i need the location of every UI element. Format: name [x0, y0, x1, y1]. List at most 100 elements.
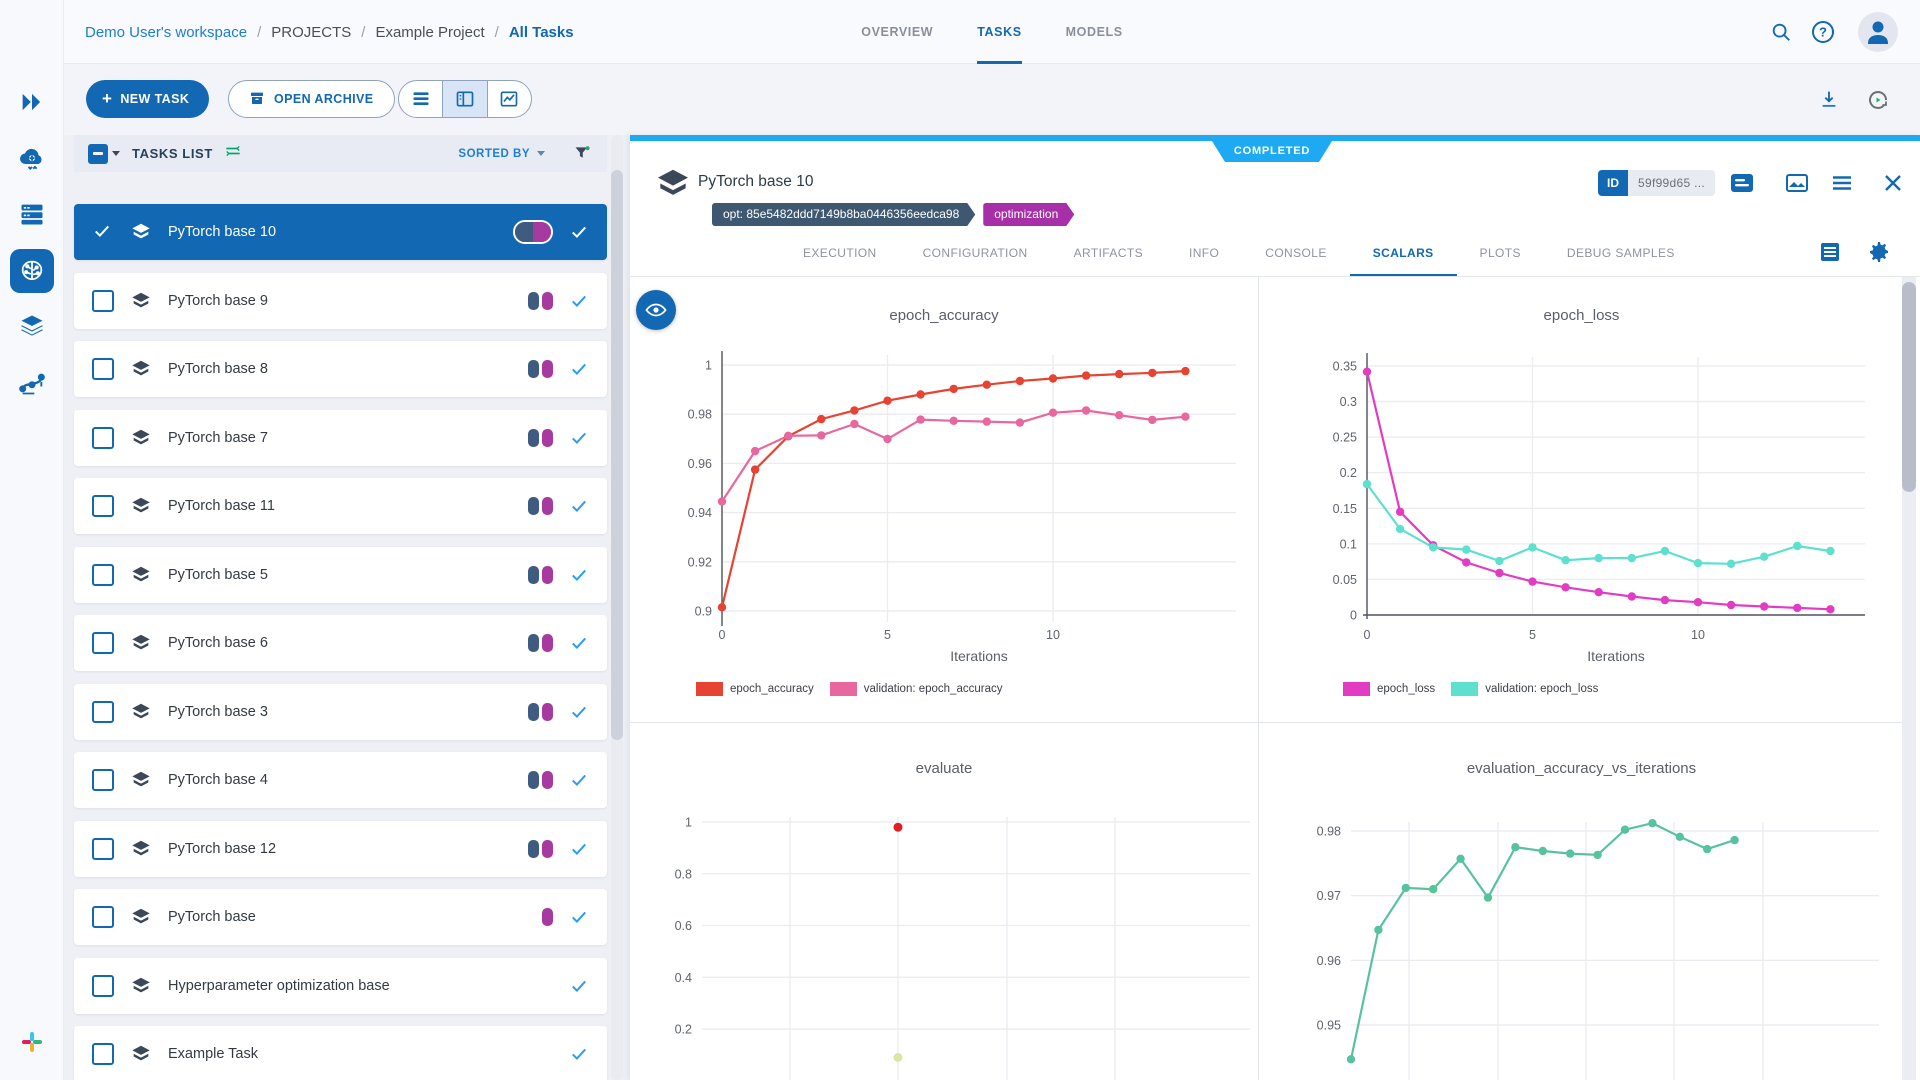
- task-details-card-icon[interactable]: [1729, 170, 1755, 196]
- detail-tab-plots[interactable]: PLOTS: [1457, 230, 1544, 277]
- task-checkbox[interactable]: [92, 290, 114, 312]
- task-row[interactable]: PyTorch base 12: [74, 821, 607, 877]
- main-tab-models[interactable]: MODELS: [1066, 0, 1123, 64]
- task-name: PyTorch base 3: [168, 704, 268, 720]
- datasets-server-icon[interactable]: [18, 200, 46, 228]
- detail-tab-configuration[interactable]: CONFIGURATION: [900, 230, 1051, 277]
- task-row[interactable]: PyTorch base: [74, 889, 607, 945]
- menu-icon[interactable]: [1829, 170, 1855, 196]
- svg-text:0.98: 0.98: [688, 408, 712, 422]
- model-pill-dual: [513, 220, 553, 244]
- expand-sidebar-icon[interactable]: [18, 88, 46, 116]
- main-tab-tasks[interactable]: TASKS: [977, 0, 1021, 64]
- auto-refresh-icon[interactable]: [1866, 88, 1890, 117]
- avatar[interactable]: [1858, 0, 1898, 64]
- legend-item[interactable]: validation: epoch_loss: [1451, 682, 1598, 696]
- slack-icon[interactable]: [20, 1030, 44, 1054]
- detail-tab-scalars[interactable]: SCALARS: [1350, 230, 1457, 277]
- settings-gear-icon[interactable]: [1867, 240, 1891, 264]
- task-checkbox[interactable]: [92, 495, 114, 517]
- task-row[interactable]: PyTorch base 4: [74, 752, 607, 808]
- task-checkbox[interactable]: [92, 906, 114, 928]
- task-checkbox[interactable]: [92, 427, 114, 449]
- close-icon[interactable]: [1880, 170, 1906, 196]
- detail-tab-console[interactable]: CONSOLE: [1242, 230, 1349, 277]
- task-checkbox[interactable]: [92, 358, 114, 380]
- tasks-list-header: TASKS LIST SORTED BY: [74, 135, 607, 172]
- model-pill-input: [528, 292, 539, 310]
- task-row[interactable]: Example Task: [74, 1026, 607, 1080]
- preview-image-icon[interactable]: [1784, 170, 1810, 196]
- detail-tab-artifacts[interactable]: ARTIFACTS: [1051, 230, 1166, 277]
- main-tab-overview[interactable]: OVERVIEW: [861, 0, 933, 64]
- task-name: PyTorch base 4: [168, 772, 268, 788]
- task-id-badge[interactable]: ID 59f99d65 ...: [1598, 170, 1715, 196]
- main-tabs: OVERVIEW TASKS MODELS: [64, 0, 1920, 64]
- detail-tab-execution[interactable]: EXECUTION: [780, 230, 900, 277]
- task-row[interactable]: PyTorch base 11: [74, 478, 607, 534]
- status-check-icon: [569, 770, 589, 790]
- status-check-icon: [569, 359, 589, 379]
- chart-epoch-accuracy[interactable]: epoch_accuracy 0.90.920.940.960.9810510I…: [630, 277, 1258, 722]
- task-type-icon: [130, 769, 152, 791]
- status-badge: COMPLETED: [1212, 141, 1332, 162]
- tasks-list-title: TASKS LIST: [132, 146, 213, 161]
- task-checkbox[interactable]: [92, 769, 114, 791]
- model-pill-input: [528, 497, 539, 515]
- workflow-pipeline-icon[interactable]: [18, 369, 46, 397]
- model-pills: [528, 703, 553, 721]
- select-all-checkbox[interactable]: [88, 144, 108, 164]
- task-row[interactable]: PyTorch base 9: [74, 273, 607, 329]
- task-checkbox[interactable]: [92, 632, 114, 654]
- detail-tab-info[interactable]: INFO: [1166, 230, 1242, 277]
- task-checkbox[interactable]: [92, 701, 114, 723]
- open-archive-button[interactable]: OPEN ARCHIVE: [228, 80, 395, 118]
- chart-evaluate[interactable]: evaluate 10.80.60.40.2: [630, 722, 1258, 1080]
- legend-item[interactable]: epoch_accuracy: [696, 682, 814, 696]
- top-header: Demo User's workspace/PROJECTS/Example P…: [64, 0, 1920, 64]
- legend-item[interactable]: validation: epoch_accuracy: [830, 682, 1003, 696]
- filter-icon[interactable]: [573, 144, 593, 164]
- task-checkbox[interactable]: [92, 838, 114, 860]
- task-checkbox[interactable]: [92, 564, 114, 586]
- svg-text:0: 0: [719, 628, 726, 642]
- download-icon[interactable]: [1818, 88, 1840, 115]
- detail-tab-debug-samples[interactable]: DEBUG SAMPLES: [1544, 230, 1698, 277]
- task-row[interactable]: PyTorch base 5: [74, 547, 607, 603]
- model-pill-input: [528, 566, 539, 584]
- chart-view-button[interactable]: [487, 81, 531, 117]
- chart-epoch-loss[interactable]: epoch_loss 00.050.10.150.20.250.30.35051…: [1259, 277, 1904, 722]
- task-checkbox[interactable]: [92, 221, 114, 243]
- model-pills: [528, 360, 553, 378]
- task-tag[interactable]: opt: 85e5482ddd7149b8ba0446356eedca98: [712, 203, 975, 226]
- sorted-by-dropdown[interactable]: SORTED BY: [458, 148, 545, 160]
- task-checkbox[interactable]: [92, 975, 114, 997]
- chart-evaluation-accuracy[interactable]: evaluation_accuracy_vs_iterations 0.980.…: [1259, 722, 1904, 1080]
- task-tag[interactable]: optimization: [983, 203, 1074, 226]
- task-type-icon: [130, 564, 152, 586]
- task-row[interactable]: Hyperparameter optimization base: [74, 958, 607, 1014]
- split-view-button-active[interactable]: [442, 81, 486, 117]
- search-icon[interactable]: [1770, 0, 1792, 64]
- new-task-button[interactable]: + NEW TASK: [86, 80, 209, 118]
- select-dropdown-caret[interactable]: [112, 151, 120, 156]
- metrics-table-icon[interactable]: [1818, 240, 1842, 264]
- detail-tabs: EXECUTIONCONFIGURATIONARTIFACTSINFOCONSO…: [780, 230, 1698, 277]
- table-view-button[interactable]: [399, 81, 442, 117]
- pipelines-layers-icon[interactable]: [18, 312, 46, 340]
- list-scrollbar-thumb[interactable]: [611, 170, 623, 740]
- legend-item[interactable]: epoch_loss: [1343, 682, 1435, 696]
- task-checkbox[interactable]: [92, 1043, 114, 1065]
- task-row[interactable]: PyTorch base 10: [74, 204, 607, 260]
- task-row[interactable]: PyTorch base 8: [74, 341, 607, 397]
- task-row[interactable]: PyTorch base 7: [74, 410, 607, 466]
- projects-brain-icon-active[interactable]: [10, 249, 54, 293]
- cloud-autoscaler-icon[interactable]: [18, 143, 46, 171]
- svg-text:0.05: 0.05: [1333, 573, 1357, 587]
- help-icon[interactable]: ?: [1811, 0, 1835, 64]
- task-row[interactable]: PyTorch base 3: [74, 684, 607, 740]
- task-row[interactable]: PyTorch base 6: [74, 615, 607, 671]
- column-settings-icon[interactable]: [223, 141, 243, 166]
- svg-text:0.25: 0.25: [1333, 431, 1357, 445]
- detail-scrollbar-thumb[interactable]: [1902, 282, 1916, 492]
